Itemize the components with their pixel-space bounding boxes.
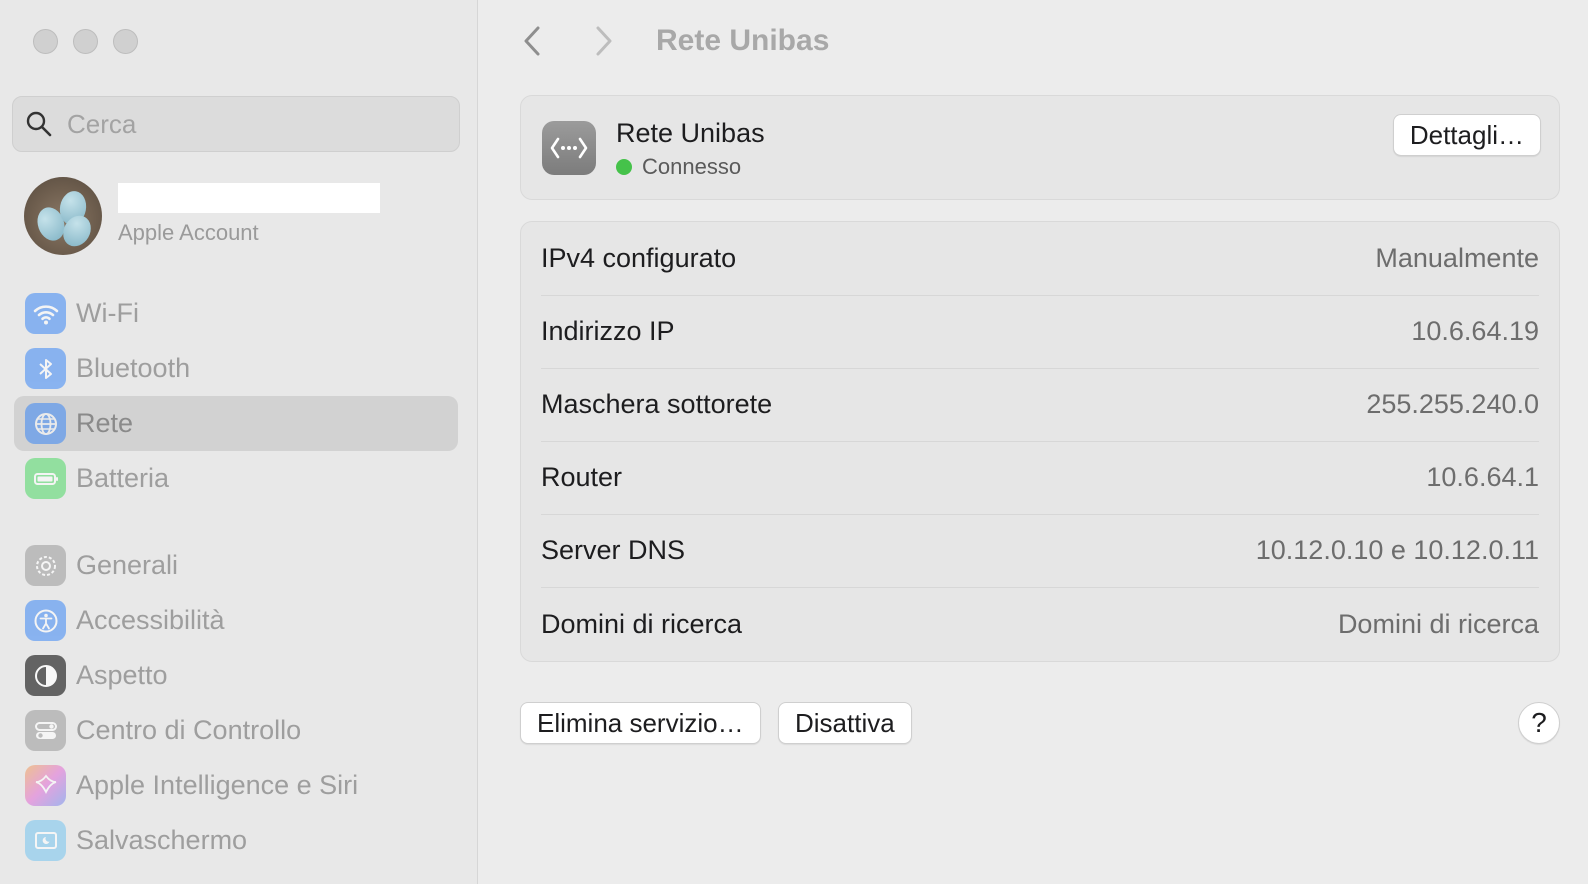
window-controls: [33, 29, 138, 54]
sidebar-item-label: Centro di Controllo: [76, 715, 302, 745]
row-value: 10.12.0.10 e 10.12.0.11: [1255, 535, 1539, 565]
delete-service-button[interactable]: Elimina servizio…: [520, 702, 761, 744]
sidebar-item-label: Apple Intelligence e Siri: [76, 770, 359, 800]
screensaver-icon: [25, 820, 66, 861]
sidebar-item-label: Bluetooth: [76, 353, 191, 383]
sidebar-nav-group-1: Wi-Fi Bluetooth Rete Batteria: [14, 286, 458, 506]
row-label: Router: [541, 462, 623, 492]
network-info-card: IPv4 configurato Manualmente Indirizzo I…: [520, 221, 1560, 662]
battery-icon: [25, 458, 66, 499]
sidebar-item-centro-di-controllo[interactable]: Centro di Controllo: [14, 703, 458, 758]
info-row-subnet-mask: Maschera sottorete 255.255.240.0: [541, 368, 1539, 442]
row-value: 10.6.64.19: [1411, 316, 1539, 346]
info-row-ip-address: Indirizzo IP 10.6.64.19: [541, 295, 1539, 369]
page-title: Rete Unibas: [656, 24, 830, 57]
row-value: 10.6.64.1: [1426, 462, 1539, 492]
row-label: IPv4 configurato: [541, 243, 737, 273]
bottom-actions: Elimina servizio… Disattiva ?: [520, 702, 1560, 744]
wifi-icon: [25, 293, 66, 334]
sidebar-item-apple-intelligence-siri[interactable]: Apple Intelligence e Siri: [14, 758, 458, 813]
siri-icon: [25, 765, 66, 806]
row-label: Server DNS: [541, 535, 686, 565]
network-name: Rete Unibas: [616, 118, 765, 148]
appearance-icon: [25, 655, 66, 696]
bluetooth-icon: [25, 348, 66, 389]
network-service-icon: [542, 121, 596, 175]
row-value: 255.255.240.0: [1366, 389, 1539, 419]
sidebar-item-label: Aspetto: [76, 660, 168, 690]
sidebar-item-label: Rete: [76, 408, 134, 438]
sidebar-item-batteria[interactable]: Batteria: [14, 451, 458, 506]
accessibility-icon: [25, 600, 66, 641]
avatar: [24, 177, 102, 255]
close-window-button[interactable]: [33, 29, 58, 54]
sidebar-item-salvaschermo[interactable]: Salvaschermo: [14, 813, 458, 868]
sidebar: Apple Account Wi-Fi Bluetooth Rete Batte…: [0, 0, 478, 884]
status-text: Connesso: [642, 154, 742, 179]
sidebar-item-accessibilita[interactable]: Accessibilità: [14, 593, 458, 648]
sidebar-item-rete[interactable]: Rete: [14, 396, 458, 451]
sidebar-item-label: Accessibilità: [76, 605, 225, 635]
row-value: Manualmente: [1375, 243, 1539, 273]
back-chevron-icon[interactable]: [518, 22, 548, 60]
search-field[interactable]: [12, 96, 460, 152]
row-label: Domini di ricerca: [541, 608, 743, 639]
account-name-redacted: [118, 183, 380, 213]
info-row-ipv4: IPv4 configurato Manualmente: [541, 222, 1539, 296]
sidebar-item-label: Salvaschermo: [76, 825, 248, 855]
globe-icon: [25, 403, 66, 444]
sidebar-item-label: Wi-Fi: [76, 298, 139, 328]
minimize-window-button[interactable]: [73, 29, 98, 54]
row-label: Indirizzo IP: [541, 316, 675, 346]
main-content: Rete Unibas Rete Unibas Connesso Dettagl…: [478, 0, 1588, 884]
row-value: Domini di ricerca: [1337, 608, 1539, 639]
help-button[interactable]: ?: [1518, 702, 1560, 744]
forward-chevron-icon[interactable]: [588, 22, 618, 60]
zoom-window-button[interactable]: [113, 29, 138, 54]
sidebar-item-bluetooth[interactable]: Bluetooth: [14, 341, 458, 396]
network-header-card: Rete Unibas Connesso Dettagli…: [520, 95, 1560, 200]
control-center-icon: [25, 710, 66, 751]
status-dot-icon: [616, 159, 632, 175]
sidebar-item-label: Batteria: [76, 463, 170, 493]
connection-status: Connesso: [616, 154, 741, 180]
search-icon: [26, 111, 52, 137]
account-label: Apple Account: [118, 220, 259, 245]
apple-account[interactable]: Apple Account: [24, 177, 464, 255]
gear-icon: [25, 545, 66, 586]
navigation-arrows: [518, 22, 618, 60]
info-row-search-domains: Domini di ricerca Domini di ricerca: [541, 587, 1539, 661]
sidebar-item-generali[interactable]: Generali: [14, 538, 458, 593]
row-label: Maschera sottorete: [541, 389, 773, 419]
sidebar-item-aspetto[interactable]: Aspetto: [14, 648, 458, 703]
disable-button[interactable]: Disattiva: [778, 702, 912, 744]
info-row-dns: Server DNS 10.12.0.10 e 10.12.0.11: [541, 514, 1539, 588]
info-row-router: Router 10.6.64.1: [541, 441, 1539, 515]
sidebar-item-label: Generali: [76, 550, 179, 580]
search-input[interactable]: [67, 108, 427, 140]
details-button[interactable]: Dettagli…: [1392, 114, 1541, 156]
sidebar-item-wifi[interactable]: Wi-Fi: [14, 286, 458, 341]
sidebar-nav-group-2: Generali Accessibilità Aspetto Centro di…: [14, 538, 458, 868]
